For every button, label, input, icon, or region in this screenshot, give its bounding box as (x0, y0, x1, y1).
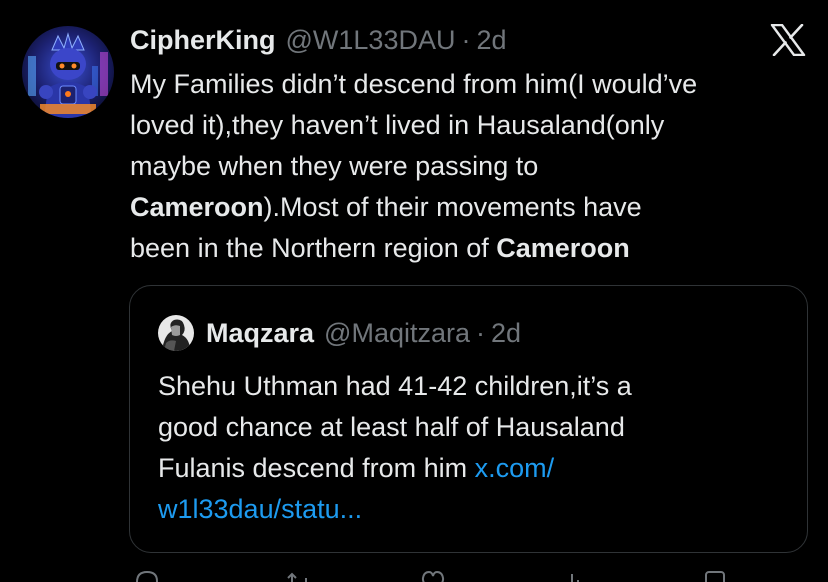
tweet-line: loved it),they haven’t lived in Hausalan… (130, 110, 665, 140)
tweet-text-segment: ).Most of their movements have (263, 192, 642, 222)
author-handle[interactable]: @W1L33DAU (286, 25, 456, 56)
tweet-timestamp[interactable]: 2d (476, 25, 506, 56)
quoted-text-segment: Fulanis descend from him (158, 453, 475, 483)
author-name[interactable]: CipherKing (130, 25, 276, 56)
bookmark-icon[interactable] (702, 570, 728, 582)
tweet-line: Cameroon).Most of their movements have (130, 187, 810, 228)
tweet-body: My Families didn’t descend from him(I wo… (130, 64, 810, 269)
quoted-author-handle[interactable]: @Maqitzara (324, 318, 470, 349)
tweet-line: maybe when they were passing to (130, 151, 539, 181)
repost-icon[interactable] (286, 570, 312, 582)
quoted-line: w1l33dau/statu... (158, 489, 788, 530)
bold-text: Cameroon (130, 192, 264, 222)
separator-dot: · (461, 24, 471, 55)
quoted-tweet-card[interactable]: Maqzara @Maqitzara · 2d Shehu Uthman had… (129, 285, 808, 553)
tweet-line: My Families didn’t descend from him(I wo… (130, 69, 698, 99)
bold-text: Cameroon (496, 233, 630, 263)
robot-warrior-avatar-icon (22, 26, 114, 118)
quoted-author-name[interactable]: Maqzara (206, 318, 314, 349)
tweet-text-segment: been in the Northern region of (130, 233, 497, 263)
x-logo-icon[interactable] (770, 23, 806, 57)
quoted-tweet-body: Shehu Uthman had 41-42 children,it’s a g… (158, 366, 788, 530)
reply-icon[interactable] (134, 570, 160, 582)
tweet-actions-bar (0, 570, 828, 582)
views-icon[interactable] (562, 570, 588, 582)
quoted-line: good chance at least half of Hausaland (158, 412, 625, 442)
separator-dot: · (476, 317, 486, 348)
like-icon[interactable] (420, 570, 446, 582)
quoted-link[interactable]: x.com/ (475, 453, 555, 483)
quoted-tweet-timestamp[interactable]: 2d (491, 318, 521, 349)
tweet-line: been in the Northern region of Cameroon (130, 228, 810, 269)
author-avatar[interactable] (22, 26, 114, 118)
bw-portrait-avatar-icon (158, 315, 194, 351)
quoted-author-avatar[interactable] (158, 315, 194, 351)
quoted-tweet-header: Maqzara @Maqitzara · 2d (206, 314, 521, 352)
quoted-link[interactable]: w1l33dau/statu... (158, 494, 362, 524)
tweet-header: CipherKing @W1L33DAU · 2d (130, 20, 507, 60)
quoted-line: Fulanis descend from him x.com/ (158, 448, 788, 489)
quoted-line: Shehu Uthman had 41-42 children,it’s a (158, 371, 632, 401)
